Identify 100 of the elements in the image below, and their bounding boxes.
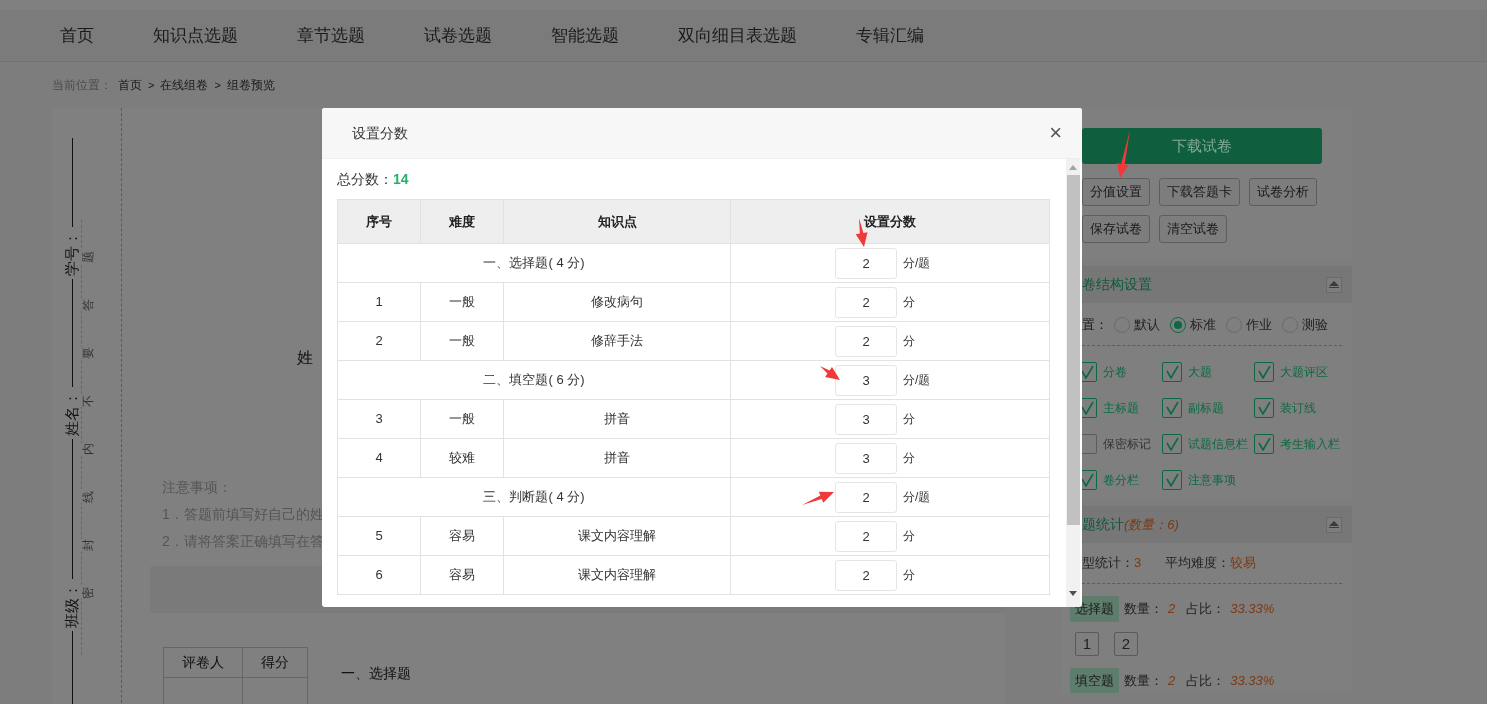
- score-unit: 分: [903, 294, 915, 311]
- checkbox[interactable]: [1254, 398, 1274, 418]
- scrollbar-thumb[interactable]: [1066, 175, 1080, 525]
- breadcrumb-separator: >: [214, 77, 221, 93]
- nav-link[interactable]: 智能选题: [551, 22, 619, 49]
- checkbox[interactable]: [1162, 362, 1182, 382]
- binding-label: 班级：: [62, 582, 82, 628]
- nav-link[interactable]: 试卷选题: [424, 22, 492, 49]
- toolbar-button[interactable]: 分值设置: [1082, 178, 1150, 206]
- column-header: 难度: [420, 199, 504, 244]
- section-title-cell: 一、选择题( 4 分): [337, 243, 731, 283]
- breadcrumb-link[interactable]: 首页: [118, 76, 142, 94]
- annotation-arrow: [1117, 130, 1130, 178]
- collapse-button[interactable]: [1326, 276, 1342, 293]
- question-type-tag: 填空题: [1070, 667, 1119, 693]
- checkbox[interactable]: [1254, 434, 1274, 454]
- binding-label: 学号：: [62, 230, 82, 276]
- score-input[interactable]: 2: [835, 325, 897, 357]
- checkbox-label: 装订线: [1280, 400, 1316, 417]
- scroll-up-icon: [1069, 165, 1077, 170]
- checkbox[interactable]: [1162, 434, 1182, 454]
- nav-link[interactable]: 专辑汇编: [856, 22, 924, 49]
- score-input[interactable]: 2: [835, 520, 897, 552]
- stat-label: 平均难度：: [1165, 554, 1231, 573]
- score-input[interactable]: 2: [835, 481, 897, 513]
- table-cell: 6: [337, 555, 421, 595]
- checkbox-label: 卷分栏: [1103, 472, 1139, 489]
- radio-label: 作业: [1246, 316, 1272, 335]
- layout-label: 置：: [1082, 316, 1108, 335]
- score-input[interactable]: 3: [835, 442, 897, 474]
- close-button[interactable]: ×: [1049, 122, 1062, 144]
- table-cell: 较难: [420, 438, 504, 478]
- checkbox-label: 分卷: [1103, 364, 1127, 381]
- toolbar-button[interactable]: 试卷分析: [1249, 178, 1317, 206]
- score-input[interactable]: 2: [835, 559, 897, 591]
- table-cell: 拼音: [503, 438, 731, 478]
- section-title: 一、选择题: [341, 664, 411, 683]
- table-cell: 1: [337, 282, 421, 322]
- score-input[interactable]: 3: [835, 403, 897, 435]
- ratio-label: 占比：: [1186, 671, 1226, 690]
- breadcrumb-separator: >: [148, 77, 155, 93]
- nav-link[interactable]: 章节选题: [297, 22, 365, 49]
- score-unit: 分: [903, 528, 915, 545]
- check-icon: [1165, 365, 1179, 379]
- table-cell: 一般: [420, 321, 504, 361]
- check-icon: [1165, 473, 1179, 487]
- checkbox-label: 考生输入栏: [1280, 436, 1340, 453]
- table-cell: 容易: [420, 555, 504, 595]
- score-unit: 分/题: [903, 372, 931, 389]
- checkbox-label: 副标题: [1188, 400, 1224, 417]
- table-cell: 一般: [420, 399, 504, 439]
- question-count: (数量：6): [1124, 515, 1179, 534]
- student-name-label: 姓: [297, 348, 313, 368]
- check-icon: [1165, 437, 1179, 451]
- score-input[interactable]: 3: [835, 364, 897, 396]
- collapse-button[interactable]: [1326, 516, 1342, 533]
- checkbox[interactable]: [1162, 398, 1182, 418]
- section-title-cell: 二、填空题( 6 分): [337, 360, 731, 400]
- triangle-up-icon: [1329, 521, 1339, 528]
- total-score-label: 总分数：: [337, 169, 393, 189]
- score-unit: 分: [903, 411, 915, 428]
- table-cell: 课文内容理解: [503, 516, 731, 556]
- stat-label: 型统计：: [1082, 554, 1134, 573]
- count-value: 2: [1168, 600, 1176, 618]
- count-label: 数量：: [1124, 671, 1163, 690]
- check-icon: [1080, 365, 1094, 379]
- nav-link[interactable]: 首页: [60, 22, 94, 49]
- download-button[interactable]: 下载试卷: [1082, 128, 1322, 164]
- checkbox[interactable]: [1162, 470, 1182, 490]
- checkbox-label: 试题信息栏: [1188, 436, 1248, 453]
- table-cell: 5: [337, 516, 421, 556]
- nav-link[interactable]: 双向细目表选题: [678, 22, 797, 49]
- binding-label: 姓名：: [62, 390, 82, 436]
- total-score-value: 14: [393, 169, 409, 189]
- ratio-label: 占比：: [1186, 600, 1226, 618]
- ratio-value: 33.33%: [1230, 600, 1275, 618]
- toolbar-button[interactable]: 清空试卷: [1159, 215, 1227, 243]
- question-number-button[interactable]: 1: [1075, 631, 1099, 656]
- toolbar-button[interactable]: 下载答题卡: [1159, 178, 1240, 206]
- checkbox[interactable]: [1254, 362, 1274, 382]
- table-cell: 一般: [420, 282, 504, 322]
- checkbox-label: 主标题: [1103, 400, 1139, 417]
- score-input[interactable]: 2: [835, 286, 897, 318]
- check-icon: [1257, 437, 1271, 451]
- annotation-arrow: [802, 491, 834, 505]
- table-cell: 课文内容理解: [503, 555, 731, 595]
- breadcrumb-link[interactable]: 组卷预览: [226, 76, 275, 94]
- toolbar-button[interactable]: 保存试卷: [1082, 215, 1150, 243]
- breadcrumb-link[interactable]: 在线组卷: [160, 76, 209, 94]
- check-icon: [1165, 401, 1179, 415]
- score-unit: 分/题: [903, 489, 931, 506]
- table-header-cell: 评卷人: [163, 647, 243, 678]
- triangle-up-icon: [1329, 281, 1339, 288]
- score-input[interactable]: 2: [835, 247, 897, 279]
- question-number-button[interactable]: 2: [1114, 631, 1138, 656]
- table-cell: 容易: [420, 516, 504, 556]
- ratio-value: 33.33%: [1230, 671, 1275, 690]
- nav-link[interactable]: 知识点选题: [153, 22, 238, 49]
- table-cell: 4: [337, 438, 421, 478]
- table-header-cell: 得分: [242, 647, 308, 678]
